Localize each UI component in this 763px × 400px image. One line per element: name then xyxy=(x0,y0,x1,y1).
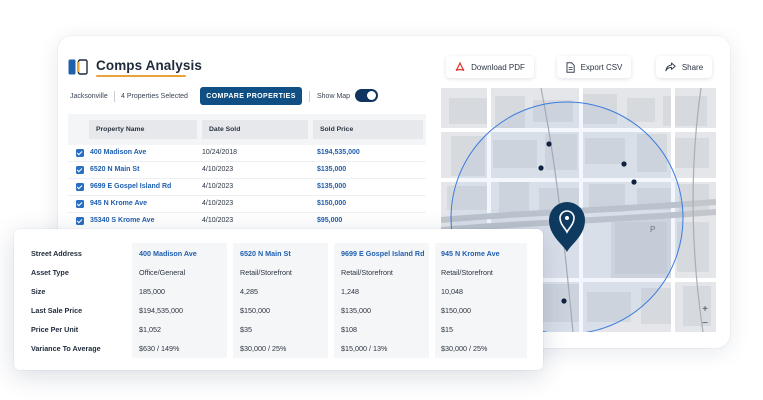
row-label-street-address: Street Address xyxy=(31,249,82,258)
table-row[interactable]: 9699 E Gospel Island Rd 4/10/2023 $135,0… xyxy=(68,179,426,196)
row-label-variance: Variance To Average xyxy=(31,344,101,353)
price-per-unit-value: $15 xyxy=(441,325,453,334)
comparison-column xyxy=(233,243,328,358)
date-sold: 4/10/2023 xyxy=(202,200,234,207)
variance-value: $30,000 / 25% xyxy=(441,344,488,353)
size-value: 185,000 xyxy=(139,287,165,296)
row-label-last-sale-price: Last Sale Price xyxy=(31,306,83,315)
asset-type-value: Retail/Storefront xyxy=(441,268,493,277)
show-map-label: Show Map xyxy=(317,93,351,100)
table-row[interactable]: 35340 S Krome Ave 4/10/2023 $95,000 xyxy=(68,213,426,230)
price-per-unit-value: $35 xyxy=(240,325,252,334)
row-checkbox[interactable] xyxy=(76,200,84,208)
page-title: Comps Analysis xyxy=(96,58,202,73)
row-label-size: Size xyxy=(31,287,46,296)
row-checkbox[interactable] xyxy=(76,183,84,191)
sold-price-link[interactable]: $135,000 xyxy=(317,183,346,190)
date-sold: 4/10/2023 xyxy=(202,183,234,190)
show-map-toggle[interactable] xyxy=(355,89,378,102)
divider xyxy=(114,91,115,102)
pdf-icon xyxy=(455,62,465,72)
divider xyxy=(309,91,310,102)
size-value: 10,048 xyxy=(441,287,463,296)
column-header-property-name[interactable]: Property Name xyxy=(89,120,197,139)
export-csv-button[interactable]: Export CSV xyxy=(557,56,631,78)
column-header-date-sold[interactable]: Date Sold xyxy=(202,120,308,139)
selected-count: 4 Properties Selected xyxy=(121,93,188,100)
property-address-link[interactable]: 6520 N Main St xyxy=(240,249,291,258)
compare-properties-button[interactable]: COMPARE PROPERTIES xyxy=(200,87,302,105)
property-name-link[interactable]: 400 Madison Ave xyxy=(90,149,146,156)
share-label: Share xyxy=(681,62,704,72)
property-address-link[interactable]: 9699 E Gospel Island Rd xyxy=(341,249,425,258)
price-per-unit-value: $1,052 xyxy=(139,325,161,334)
zoom-in-button[interactable]: + xyxy=(702,304,708,315)
sold-price-link[interactable]: $135,000 xyxy=(317,166,346,173)
sold-price-link[interactable]: $95,000 xyxy=(317,217,342,224)
row-checkbox[interactable] xyxy=(76,217,84,225)
toggle-knob xyxy=(367,91,376,100)
variance-value: $630 / 149% xyxy=(139,344,180,353)
price-per-unit-value: $108 xyxy=(341,325,357,334)
table-row[interactable]: 945 N Krome Ave 4/10/2023 $150,000 xyxy=(68,196,426,213)
row-checkbox[interactable] xyxy=(76,166,84,174)
property-name-link[interactable]: 945 N Krome Ave xyxy=(90,200,147,207)
variance-value: $30,000 / 25% xyxy=(240,344,287,353)
sold-price-link[interactable]: $194,535,000 xyxy=(317,149,360,156)
city-filter[interactable]: Jacksonville xyxy=(70,93,108,100)
download-pdf-label: Download PDF xyxy=(471,62,525,72)
row-label-asset-type: Asset Type xyxy=(31,268,69,277)
date-sold: 4/10/2023 xyxy=(202,166,234,173)
last-sale-value: $150,000 xyxy=(441,306,471,315)
size-value: 4,285 xyxy=(240,287,258,296)
date-sold: 4/10/2023 xyxy=(202,217,234,224)
table-row[interactable]: 400 Madison Ave 10/24/2018 $194,535,000 xyxy=(68,145,426,162)
zoom-out-button[interactable]: − xyxy=(702,318,708,329)
export-csv-label: Export CSV xyxy=(580,62,623,72)
sold-price-link[interactable]: $150,000 xyxy=(317,200,346,207)
title-underline xyxy=(96,75,186,77)
comparison-column xyxy=(435,243,527,358)
size-value: 1,248 xyxy=(341,287,359,296)
svg-text:P: P xyxy=(650,225,655,234)
last-sale-value: $135,000 xyxy=(341,306,371,315)
row-checkbox[interactable] xyxy=(76,149,84,157)
share-button[interactable]: Share xyxy=(656,56,712,78)
date-sold: 10/24/2018 xyxy=(202,149,238,156)
variance-value: $15,000 / 13% xyxy=(341,344,388,353)
row-label-price-per-unit: Price Per Unit xyxy=(31,325,79,334)
map-zoom-controls: + − xyxy=(697,302,713,330)
property-address-link[interactable]: 945 N Krome Ave xyxy=(441,249,500,258)
last-sale-value: $194,535,000 xyxy=(139,306,183,315)
comparison-column xyxy=(334,243,429,358)
document-icon xyxy=(566,61,575,73)
column-header-sold-price[interactable]: Sold Price xyxy=(313,120,423,139)
property-name-link[interactable]: 9699 E Gospel Island Rd xyxy=(90,183,171,190)
asset-type-value: Retail/Storefront xyxy=(341,268,393,277)
comparison-column xyxy=(132,243,227,358)
download-pdf-button[interactable]: Download PDF xyxy=(446,56,534,78)
share-arrow-icon xyxy=(665,62,676,72)
comps-logo-icon xyxy=(68,59,88,75)
property-name-link[interactable]: 6520 N Main St xyxy=(90,166,139,173)
asset-type-value: Office/General xyxy=(139,268,186,277)
property-address-link[interactable]: 400 Madison Ave xyxy=(139,249,197,258)
last-sale-value: $150,000 xyxy=(240,306,270,315)
asset-type-value: Retail/Storefront xyxy=(240,268,292,277)
property-name-link[interactable]: 35340 S Krome Ave xyxy=(90,217,154,224)
table-row[interactable]: 6520 N Main St 4/10/2023 $135,000 xyxy=(68,162,426,179)
